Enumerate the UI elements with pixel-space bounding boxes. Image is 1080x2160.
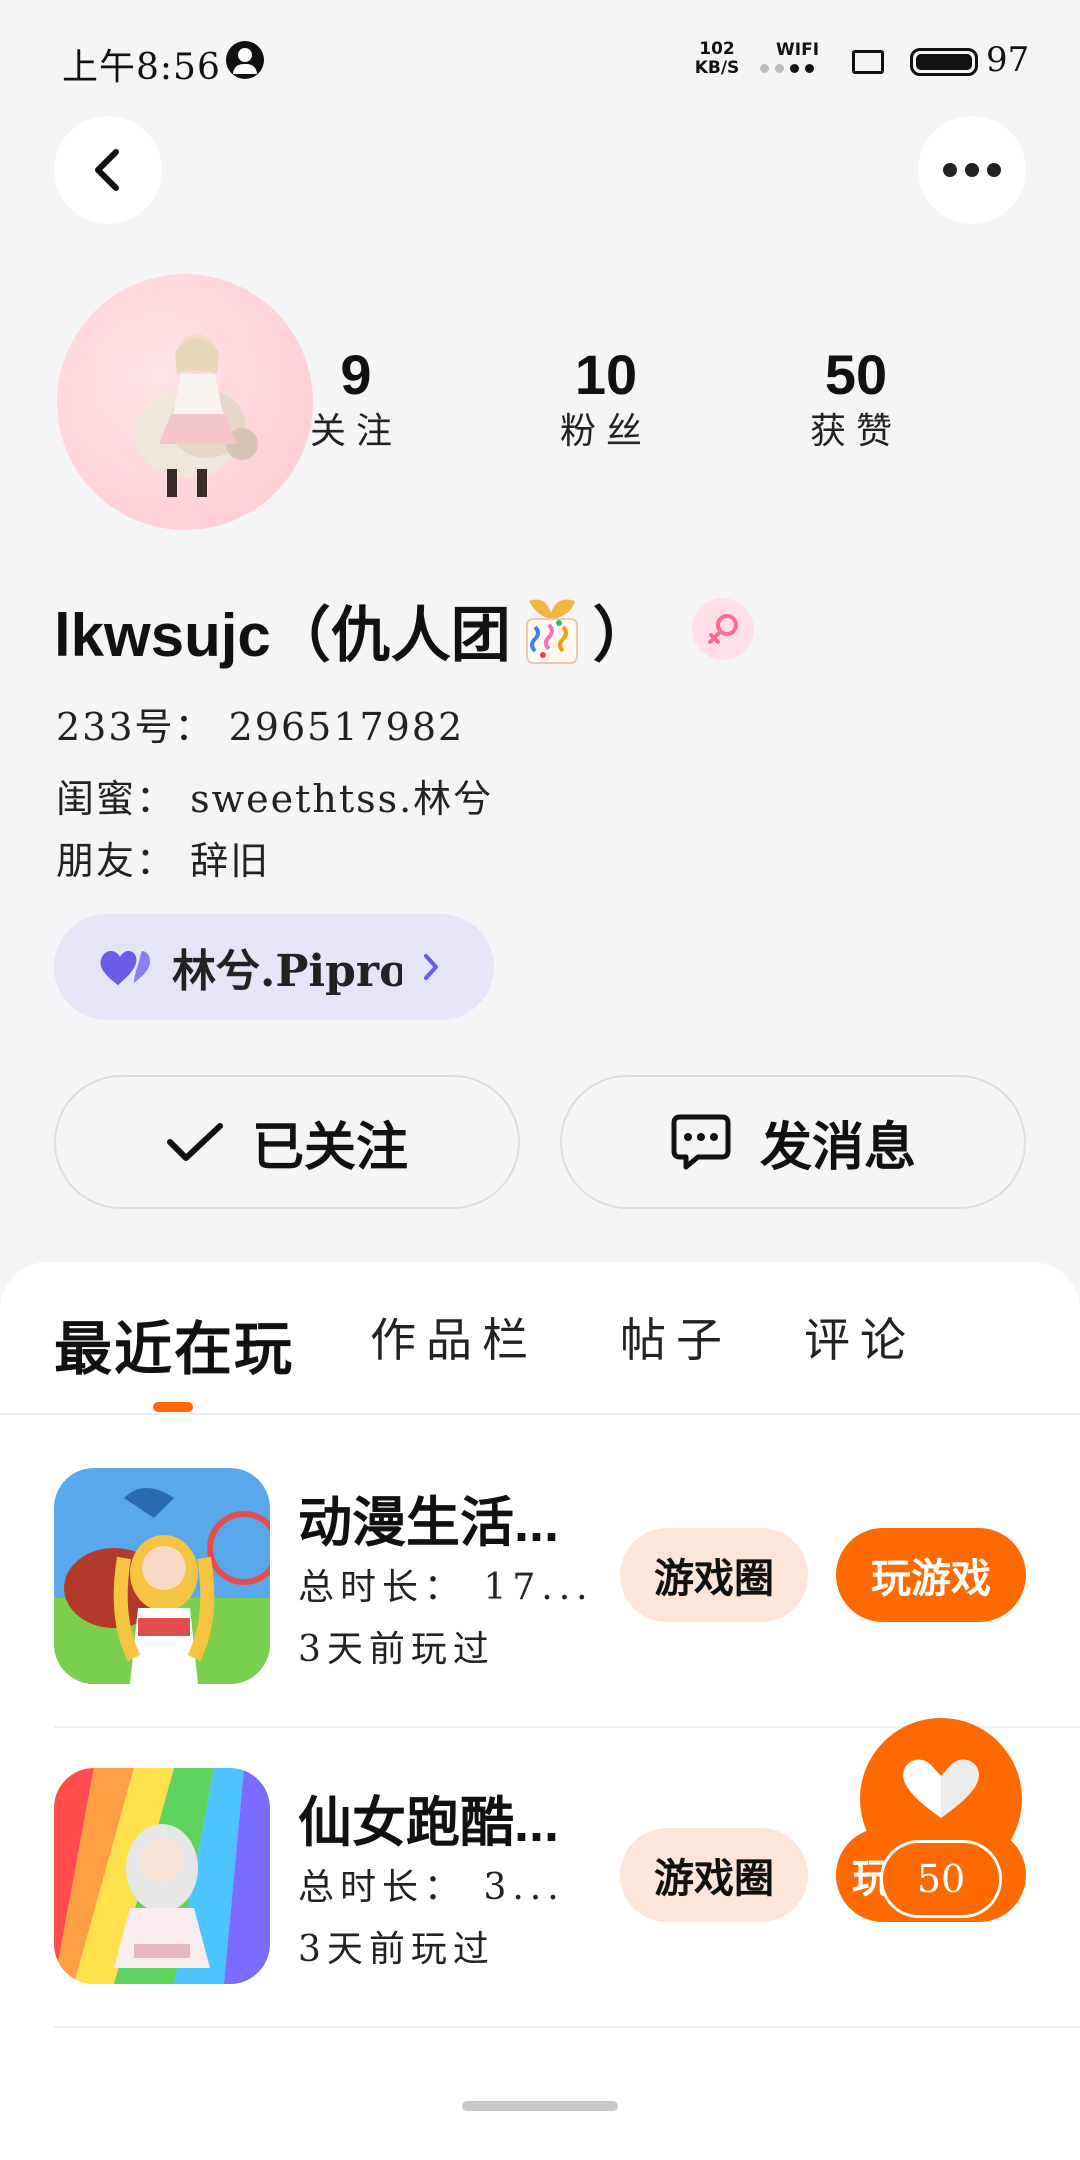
game-duration: 总时长： 3... — [298, 1867, 565, 1908]
battery-percent: 97 — [986, 40, 1030, 80]
tab-posts[interactable]: 帖子 — [620, 1304, 732, 1370]
wifi-label: WIFI — [776, 40, 820, 60]
heart-icon — [903, 1759, 979, 1818]
user-id: 233号： 296517982 — [56, 705, 465, 749]
cp-name: 林兮.Pipro — [172, 946, 402, 997]
tab-comments[interactable]: 评论 — [804, 1304, 916, 1370]
check-icon — [166, 1123, 223, 1161]
chat-bubble-icon — [671, 1114, 731, 1170]
follow-button-label: 已关注 — [251, 1118, 408, 1177]
game-duration: 总时长： 17... — [298, 1567, 594, 1608]
status-bar: 上午8:56 102 KB/S WIFI 97 — [0, 0, 1080, 120]
tab-bar: 最近在玩 作品栏 帖子 评论 — [0, 1262, 1080, 1415]
more-horizontal-icon — [943, 163, 1001, 177]
relation-bestie: 闺蜜： sweethtss.林兮 — [56, 777, 494, 821]
username-suffix: ） — [592, 600, 653, 671]
game-circle-button[interactable]: 游戏圈 — [620, 1828, 808, 1922]
divider — [0, 1413, 1080, 1415]
message-button-label: 发消息 — [759, 1118, 916, 1177]
screen-rotation-icon — [852, 50, 884, 74]
game-title: 动漫生活... — [298, 1493, 560, 1553]
stat-label: 关注 — [309, 411, 402, 452]
game-icon[interactable] — [54, 1468, 270, 1684]
content-card: 最近在玩 作品栏 帖子 评论 动漫生活... 总时长： 17... 3天前玩过 … — [0, 1262, 1080, 2160]
profile-page: 上午8:56 102 KB/S WIFI 97 9 关注 10 粉丝 50 获赞… — [0, 0, 1080, 2160]
follow-button[interactable]: 已关注 — [54, 1075, 520, 1209]
status-time: 上午8:56 — [62, 47, 221, 88]
stat-following[interactable]: 9 关注 — [266, 340, 446, 454]
user-status-icon — [226, 41, 264, 79]
relation-friend: 朋友： 辞旧 — [56, 839, 271, 883]
stat-label: 粉丝 — [559, 411, 652, 452]
game-circle-button[interactable]: 游戏圈 — [620, 1528, 808, 1622]
username: lkwsujc（仇人团 — [54, 601, 511, 669]
game-icon[interactable] — [54, 1768, 270, 1984]
wifi-signal-icon — [760, 64, 814, 73]
game-last-played: 3天前玩过 — [298, 1629, 495, 1670]
tab-recent-playing[interactable]: 最近在玩 — [54, 1302, 294, 1386]
game-title: 仙女跑酷... — [298, 1793, 560, 1853]
stat-number: 10 — [574, 343, 638, 406]
tab-works[interactable]: 作品栏 — [370, 1304, 538, 1370]
stat-number: 50 — [824, 343, 888, 406]
network-speed: 102 KB/S — [694, 39, 740, 78]
message-button[interactable]: 发消息 — [560, 1075, 1026, 1209]
stat-number: 9 — [340, 343, 372, 406]
divider — [54, 2026, 1080, 2028]
more-button[interactable] — [918, 116, 1026, 224]
chevron-left-icon — [95, 149, 119, 191]
stat-label: 获赞 — [809, 411, 902, 452]
back-button[interactable] — [54, 116, 162, 224]
stat-likes[interactable]: 50 获赞 — [766, 340, 946, 454]
battery-icon — [910, 48, 978, 76]
username-row: lkwsujc（仇人团 ） — [54, 590, 653, 671]
home-indicator[interactable] — [462, 2101, 618, 2111]
female-gender-icon — [692, 598, 754, 660]
tab-indicator — [153, 1402, 193, 1412]
play-game-button[interactable]: 玩游戏 — [836, 1528, 1026, 1622]
party-popper-icon — [525, 599, 578, 664]
cp-link[interactable]: 林兮.Pipro — [54, 914, 494, 1020]
game-last-played: 3天前玩过 — [298, 1929, 495, 1970]
stat-followers[interactable]: 10 粉丝 — [516, 340, 696, 454]
chevron-right-icon — [424, 954, 438, 980]
double-heart-icon — [100, 951, 150, 985]
like-count: 50 — [880, 1840, 1002, 1918]
